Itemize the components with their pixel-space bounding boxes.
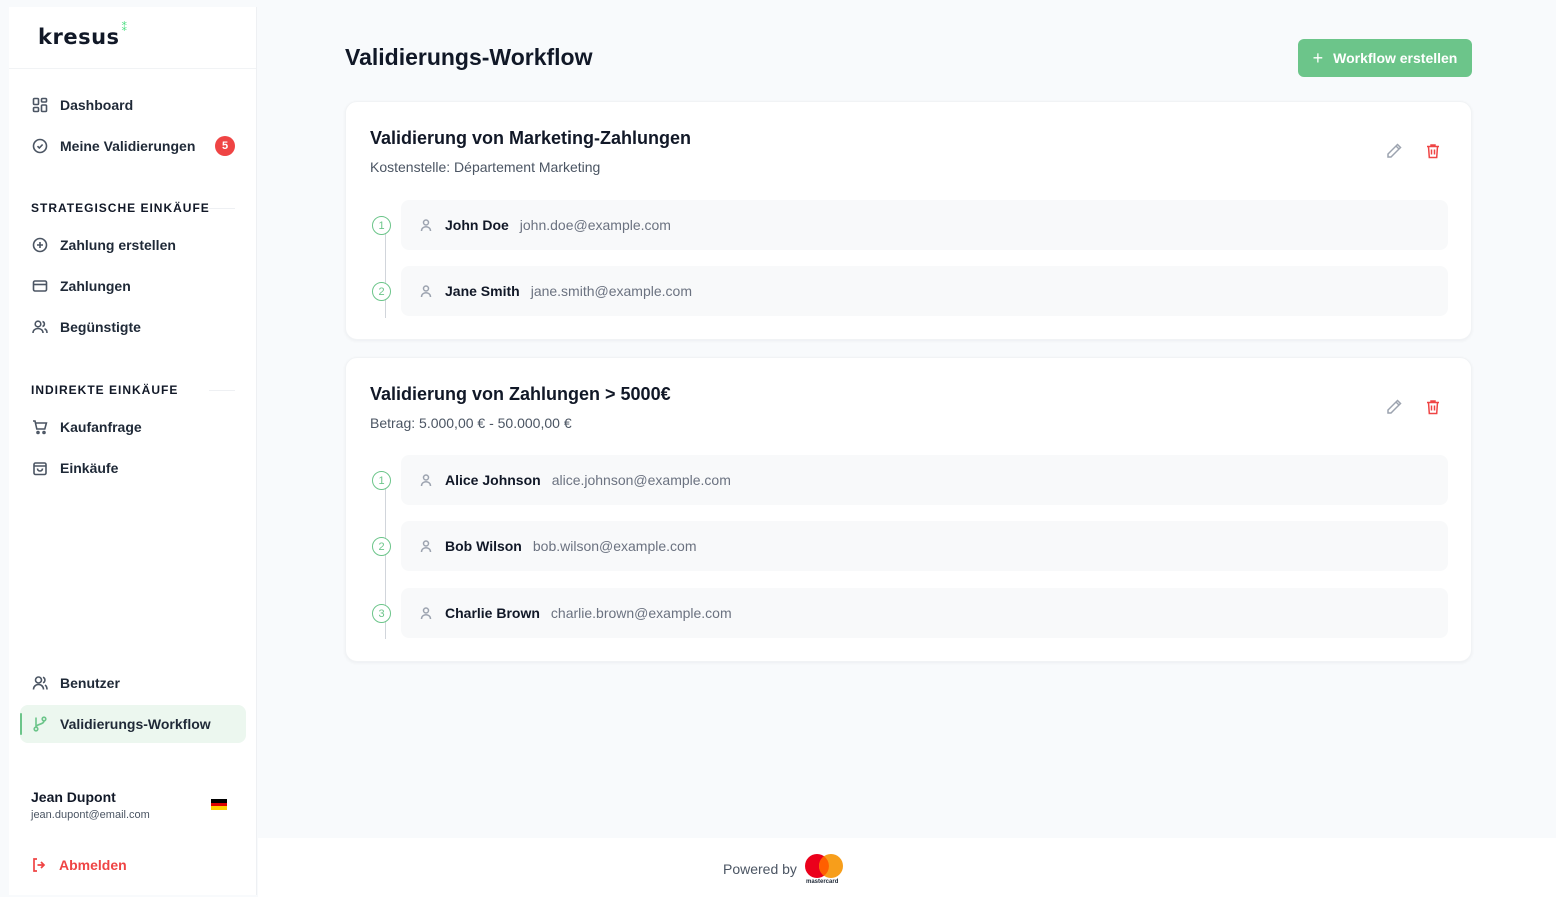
edit-button[interactable] bbox=[1385, 398, 1403, 416]
sidebar-item-label: Dashboard bbox=[60, 97, 134, 113]
delete-button[interactable] bbox=[1424, 142, 1442, 160]
sidebar-item-beguenstigte[interactable]: Begünstigte bbox=[20, 308, 246, 346]
step-number: 1 bbox=[372, 471, 391, 490]
section-divider bbox=[209, 390, 235, 391]
approver-row: Bob Wilson bob.wilson@example.com bbox=[401, 521, 1448, 571]
create-workflow-button[interactable]: + Workflow erstellen bbox=[1298, 39, 1472, 77]
page-title: Validierungs-Workflow bbox=[345, 44, 593, 70]
users-icon bbox=[32, 319, 48, 335]
sidebar-item-benutzer[interactable]: Benutzer bbox=[20, 664, 246, 702]
check-circle-icon bbox=[32, 138, 48, 154]
workflow-card: Validierung von Zahlungen > 5000€ Betrag… bbox=[345, 357, 1472, 662]
user-icon bbox=[419, 606, 433, 620]
logo-mark-icon: ⁑ bbox=[121, 21, 128, 34]
sidebar-item-label: Zahlungen bbox=[60, 278, 131, 294]
sidebar-item-einkaeufe[interactable]: Einkäufe bbox=[20, 449, 246, 487]
approver-email: john.doe@example.com bbox=[519, 217, 671, 233]
step-number: 1 bbox=[372, 216, 391, 235]
approver-email: alice.johnson@example.com bbox=[551, 472, 731, 488]
workflow-title: Validierung von Marketing-Zahlungen bbox=[370, 128, 692, 148]
approver-name: Bob Wilson bbox=[445, 538, 522, 554]
delete-button[interactable] bbox=[1424, 398, 1442, 416]
notification-badge: 5 bbox=[215, 136, 235, 156]
sidebar-item-label: Validierungs-Workflow bbox=[60, 716, 211, 732]
sidebar-item-label: Meine Validierungen bbox=[60, 138, 196, 154]
sidebar-item-zahlung-erstellen[interactable]: Zahlung erstellen bbox=[20, 226, 246, 264]
section-label-indirect: INDIREKTE EINKÄUFE bbox=[31, 383, 179, 397]
create-workflow-label: Workflow erstellen bbox=[1333, 50, 1458, 66]
sidebar-item-dashboard[interactable]: Dashboard bbox=[20, 86, 246, 124]
sidebar-item-kaufanfrage[interactable]: Kaufanfrage bbox=[20, 408, 246, 446]
powered-by-label: Powered by bbox=[723, 861, 797, 877]
approver-name: John Doe bbox=[445, 217, 509, 233]
approver-row: John Doe john.doe@example.com bbox=[401, 200, 1448, 250]
pencil-icon bbox=[1387, 399, 1402, 414]
shopping-bag-icon bbox=[32, 460, 48, 476]
logo-area: kresus ⁑ bbox=[9, 7, 256, 69]
user-icon bbox=[32, 675, 48, 691]
approver-email: charlie.brown@example.com bbox=[550, 605, 732, 621]
plus-icon: + bbox=[1312, 48, 1324, 68]
sidebar-item-label: Zahlung erstellen bbox=[60, 237, 176, 253]
user-profile[interactable]: Jean Dupont jean.dupont@email.com bbox=[31, 789, 150, 821]
user-icon bbox=[419, 284, 433, 298]
approver-row: Charlie Brown charlie.brown@example.com bbox=[401, 588, 1448, 638]
sidebar-item-label: Einkäufe bbox=[60, 460, 119, 476]
logout-button[interactable]: Abmelden bbox=[31, 857, 127, 873]
step-number: 3 bbox=[372, 604, 391, 623]
approver-email: jane.smith@example.com bbox=[530, 283, 692, 299]
step-connector bbox=[385, 226, 386, 318]
sidebar-item-label: Benutzer bbox=[60, 675, 120, 691]
user-icon bbox=[419, 473, 433, 487]
workflow-subtitle: Kostenstelle: Département Marketing bbox=[370, 159, 601, 175]
trash-icon bbox=[1427, 400, 1439, 415]
workflow-title: Validierung von Zahlungen > 5000€ bbox=[370, 384, 671, 404]
user-email: jean.dupont@email.com bbox=[31, 809, 150, 821]
user-name: Jean Dupont bbox=[31, 789, 116, 805]
sidebar-item-zahlungen[interactable]: Zahlungen bbox=[20, 267, 246, 305]
plus-circle-icon bbox=[32, 237, 48, 253]
credit-card-icon bbox=[32, 278, 48, 294]
approver-row: Alice Johnson alice.johnson@example.com bbox=[401, 455, 1448, 505]
edit-button[interactable] bbox=[1385, 142, 1403, 160]
trash-icon bbox=[1427, 144, 1439, 159]
sidebar-item-validierungs-workflow[interactable]: Validierungs-Workflow bbox=[20, 705, 246, 743]
logout-label: Abmelden bbox=[59, 857, 127, 873]
sidebar-item-label: Begünstigte bbox=[60, 319, 141, 335]
kresus-logo[interactable]: kresus bbox=[38, 25, 120, 49]
approver-name: Charlie Brown bbox=[445, 605, 540, 621]
workflow-card: Validierung von Marketing-Zahlungen Kost… bbox=[345, 101, 1472, 340]
section-divider bbox=[209, 208, 235, 209]
approver-row: Jane Smith jane.smith@example.com bbox=[401, 266, 1448, 316]
step-number: 2 bbox=[372, 537, 391, 556]
sidebar: kresus ⁑ Dashboard Meine Validierungen 5 … bbox=[9, 7, 257, 895]
workflow-icon bbox=[32, 716, 48, 732]
pencil-icon bbox=[1387, 143, 1402, 158]
workflow-subtitle: Betrag: 5.000,00 € - 50.000,00 € bbox=[370, 415, 572, 431]
de-flag-icon[interactable] bbox=[211, 799, 227, 811]
sidebar-item-label: Kaufanfrage bbox=[60, 419, 142, 435]
mastercard-wordmark: mastercard bbox=[806, 879, 839, 885]
cart-icon bbox=[32, 419, 48, 435]
step-number: 2 bbox=[372, 282, 391, 301]
approver-email: bob.wilson@example.com bbox=[532, 538, 697, 554]
user-icon bbox=[419, 218, 433, 232]
logout-icon bbox=[33, 858, 46, 872]
dashboard-icon bbox=[32, 97, 48, 113]
sidebar-item-meine-validierungen[interactable]: Meine Validierungen 5 bbox=[20, 127, 246, 165]
approver-name: Alice Johnson bbox=[445, 472, 541, 488]
approver-name: Jane Smith bbox=[445, 283, 520, 299]
section-label-strategic: STRATEGISCHE EINKÄUFE bbox=[31, 201, 210, 215]
footer: Powered by mastercard bbox=[258, 838, 1556, 897]
user-icon bbox=[419, 539, 433, 553]
